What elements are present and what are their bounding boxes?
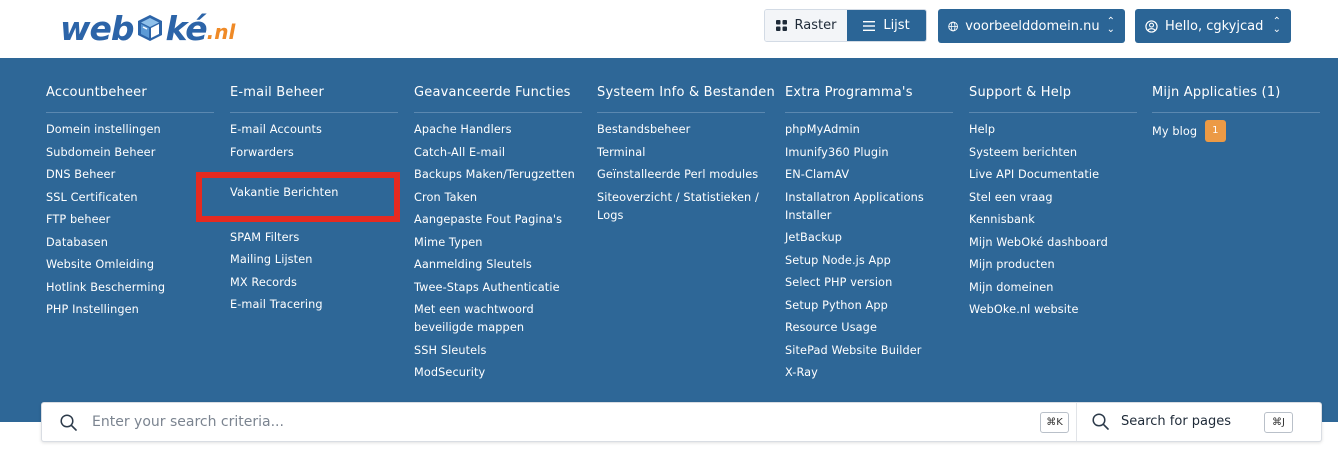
lijst-view-button[interactable]: Lijst bbox=[847, 10, 926, 41]
view-toggle: Raster Lijst bbox=[764, 9, 927, 42]
top-bar: web ké .nl Raster Lijst voorbeelddomein.… bbox=[0, 0, 1338, 58]
menu-item[interactable]: SPAM Filters bbox=[230, 229, 402, 247]
menu-item[interactable]: Mijn WebOké dashboard bbox=[969, 234, 1141, 252]
search-bar: ⌘K Search for pages ⌘J bbox=[41, 402, 1322, 442]
column-title: Extra Programma's bbox=[785, 85, 953, 113]
menu-item[interactable]: PHP Instellingen bbox=[46, 301, 218, 319]
search-input[interactable] bbox=[92, 411, 992, 433]
menu-item[interactable]: Catch-All E-mail bbox=[414, 144, 586, 162]
menu-item[interactable]: Bestandsbeheer bbox=[597, 121, 769, 139]
search-pages-button[interactable]: Search for pages bbox=[1092, 413, 1231, 430]
menu-item[interactable]: Met een wachtwoord beveiligde mappen bbox=[414, 301, 554, 337]
menu-item[interactable]: FTP beheer bbox=[46, 211, 218, 229]
column-title: Support & Help bbox=[969, 85, 1137, 113]
grid-icon bbox=[775, 20, 787, 31]
menu-item[interactable]: SSH Sleutels bbox=[414, 342, 586, 360]
navigation-panel: Accountbeheer Domein instellingen Subdom… bbox=[0, 58, 1338, 422]
menu-item[interactable]: MX Records bbox=[230, 274, 402, 292]
logo-text-web: web bbox=[60, 8, 134, 48]
menu-item[interactable]: Databasen bbox=[46, 234, 218, 252]
menu-item[interactable]: WebOke.nl website bbox=[969, 301, 1141, 319]
menu-item[interactable]: Subdomein Beheer bbox=[46, 144, 218, 162]
search-icon bbox=[1092, 413, 1109, 430]
globe-icon bbox=[948, 21, 958, 31]
menu-item[interactable]: Kennisbank bbox=[969, 211, 1141, 229]
menu-item[interactable]: ModSecurity bbox=[414, 364, 586, 382]
domain-select-label: voorbeelddomein.nu bbox=[965, 18, 1100, 34]
menu-item[interactable]: Forwarders bbox=[230, 144, 402, 162]
menu-item[interactable]: Installatron Applications Installer bbox=[785, 189, 945, 225]
menu-item[interactable]: Hotlink Bescherming bbox=[46, 279, 218, 297]
menu-item[interactable]: Resource Usage bbox=[785, 319, 957, 337]
menu-item[interactable]: Systeem berichten bbox=[969, 144, 1141, 162]
menu-item[interactable]: Help bbox=[969, 121, 1141, 139]
column-title: Systeem Info & Bestanden bbox=[597, 85, 775, 113]
menu-item[interactable]: Select PHP version bbox=[785, 274, 957, 292]
menu-item[interactable]: Twee-Staps Authenticatie bbox=[414, 279, 586, 297]
menu-item[interactable]: Backups Maken/Terugzetten bbox=[414, 166, 586, 184]
user-menu[interactable]: Hello, cgkyjcad ⌃ ⌄ bbox=[1135, 9, 1291, 43]
highlight-box bbox=[196, 172, 400, 222]
search-pages-label: Search for pages bbox=[1121, 414, 1232, 429]
menu-item[interactable]: Setup Node.js App bbox=[785, 252, 957, 270]
logo-text-oke: ké bbox=[165, 8, 208, 48]
column-title: Geavanceerde Functies bbox=[414, 85, 582, 113]
menu-item[interactable]: Mijn producten bbox=[969, 256, 1141, 274]
menu-item[interactable]: Cron Taken bbox=[414, 189, 586, 207]
raster-label: Raster bbox=[794, 18, 837, 33]
menu-item[interactable]: Mijn domeinen bbox=[969, 279, 1141, 297]
menu-item[interactable]: JetBackup bbox=[785, 229, 957, 247]
menu-item[interactable]: Mime Typen bbox=[414, 234, 586, 252]
menu-item[interactable]: EN-ClamAV bbox=[785, 166, 957, 184]
lijst-label: Lijst bbox=[883, 18, 910, 33]
menu-item[interactable]: Siteoverzicht / Statistieken / Logs bbox=[597, 189, 767, 225]
menu-item[interactable]: Aangepaste Fout Pagina's bbox=[414, 211, 586, 229]
menu-item[interactable]: Setup Python App bbox=[785, 297, 957, 315]
domain-select[interactable]: voorbeelddomein.nu ⌃ ⌄ bbox=[938, 9, 1125, 43]
weboke-logo[interactable]: web ké .nl bbox=[60, 8, 235, 48]
menu-item[interactable]: Terminal bbox=[597, 144, 769, 162]
menu-item[interactable]: Apache Handlers bbox=[414, 121, 586, 139]
pages-shortcut-badge: ⌘J bbox=[1264, 412, 1293, 433]
column-title: Mijn Applicaties (1) bbox=[1152, 85, 1320, 113]
menu-item[interactable]: Mailing Lijsten bbox=[230, 251, 402, 269]
menu-item[interactable]: SitePad Website Builder bbox=[785, 342, 957, 360]
search-icon bbox=[60, 414, 77, 431]
updown-chevron-icon: ⌃ ⌄ bbox=[1272, 16, 1281, 35]
app-item-label: My blog bbox=[1152, 125, 1198, 138]
menu-item[interactable]: X-Ray bbox=[785, 364, 957, 382]
count-badge: 1 bbox=[1205, 120, 1226, 142]
user-avatar-icon bbox=[1145, 19, 1158, 33]
search-divider bbox=[1076, 403, 1077, 441]
column-title: Accountbeheer bbox=[46, 85, 214, 113]
search-shortcut-badge: ⌘K bbox=[1040, 412, 1069, 433]
menu-item[interactable]: phpMyAdmin bbox=[785, 121, 957, 139]
menu-item[interactable]: DNS Beheer bbox=[46, 166, 218, 184]
raster-view-button[interactable]: Raster bbox=[765, 10, 847, 41]
menu-item[interactable]: E-mail Accounts bbox=[230, 121, 402, 139]
menu-item[interactable]: Aanmelding Sleutels bbox=[414, 256, 586, 274]
column-title: E-mail Beheer bbox=[230, 85, 398, 113]
menu-item[interactable]: E-mail Tracering bbox=[230, 296, 402, 314]
menu-item[interactable]: Stel een vraag bbox=[969, 189, 1141, 207]
menu-item[interactable]: Live API Documentatie bbox=[969, 166, 1141, 184]
menu-item[interactable]: Geïnstalleerde Perl modules bbox=[597, 166, 769, 184]
logo-text-nl: .nl bbox=[206, 20, 236, 44]
logo-cube-icon bbox=[137, 15, 162, 41]
list-icon bbox=[863, 20, 876, 31]
updown-chevron-icon: ⌃ ⌄ bbox=[1106, 16, 1115, 35]
user-menu-label: Hello, cgkyjcad bbox=[1165, 18, 1264, 34]
menu-item[interactable]: SSL Certificaten bbox=[46, 189, 218, 207]
menu-item[interactable]: Imunify360 Plugin bbox=[785, 144, 957, 162]
app-item-my-blog[interactable]: My blog 1 bbox=[1152, 120, 1324, 143]
menu-item[interactable]: Website Omleiding bbox=[46, 256, 218, 274]
menu-item[interactable]: Domein instellingen bbox=[46, 121, 218, 139]
